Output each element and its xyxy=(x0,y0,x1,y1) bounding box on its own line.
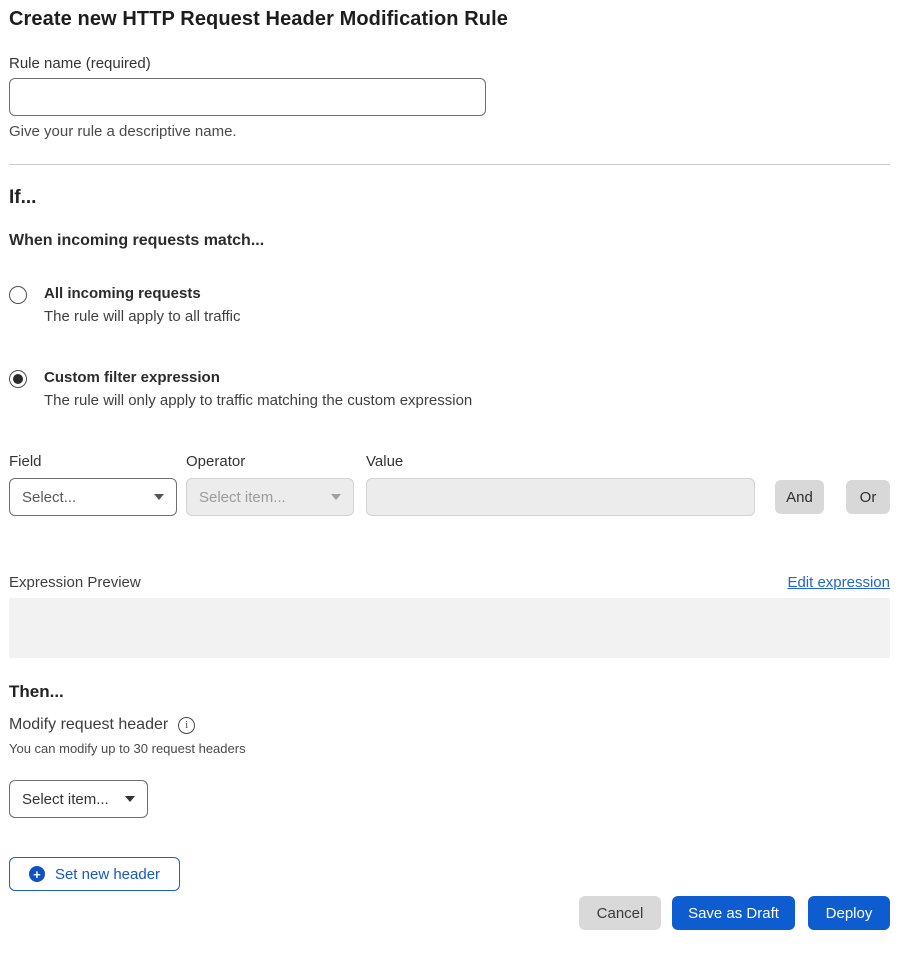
radio-desc-all-incoming: The rule will apply to all traffic xyxy=(44,308,240,325)
rule-name-helper: Give your rule a descriptive name. xyxy=(9,123,890,140)
cancel-button[interactable]: Cancel xyxy=(579,896,661,930)
header-action-select-value: Select item... xyxy=(22,791,109,808)
save-as-draft-button[interactable]: Save as Draft xyxy=(672,896,795,930)
operator-label: Operator xyxy=(186,453,366,470)
chevron-down-icon xyxy=(331,494,341,500)
expression-preview-label: Expression Preview xyxy=(9,574,141,591)
header-action-select[interactable]: Select item... xyxy=(9,780,148,818)
radio-option-custom-filter[interactable]: Custom filter expression The rule will o… xyxy=(9,369,890,409)
modify-header-label: Modify request header xyxy=(9,716,168,734)
plus-circle-icon: + xyxy=(29,866,45,882)
set-new-header-label: Set new header xyxy=(55,866,160,883)
operator-select-value: Select item... xyxy=(199,489,286,506)
value-input[interactable] xyxy=(366,478,755,516)
set-new-header-button[interactable]: + Set new header xyxy=(9,857,180,891)
radio-label-all-incoming: All incoming requests xyxy=(44,285,240,302)
section-divider xyxy=(9,164,890,165)
radio-icon-custom-filter[interactable] xyxy=(9,370,27,388)
field-select[interactable]: Select... xyxy=(9,478,177,516)
and-button[interactable]: And xyxy=(775,480,824,514)
radio-icon-all-incoming[interactable] xyxy=(9,286,27,304)
if-heading: If... xyxy=(9,187,890,209)
footer-actions: Cancel Save as Draft Deploy xyxy=(9,896,890,930)
info-icon[interactable]: i xyxy=(178,717,195,734)
edit-expression-link[interactable]: Edit expression xyxy=(787,574,890,591)
field-label: Field xyxy=(9,453,186,470)
field-select-value: Select... xyxy=(22,489,76,506)
modify-header-row: Modify request header i xyxy=(9,716,890,734)
expression-preview-box xyxy=(9,598,890,658)
when-match-subheading: When incoming requests match... xyxy=(9,232,890,250)
page-title: Create new HTTP Request Header Modificat… xyxy=(9,8,890,31)
rule-name-input[interactable] xyxy=(9,78,486,116)
rule-name-label: Rule name (required) xyxy=(9,55,890,72)
radio-label-custom-filter: Custom filter expression xyxy=(44,369,472,386)
chevron-down-icon xyxy=(125,796,135,802)
value-label: Value xyxy=(366,453,755,470)
operator-select[interactable]: Select item... xyxy=(186,478,354,516)
expression-preview-header: Expression Preview Edit expression xyxy=(9,574,890,591)
expression-builder: Field Operator Value Select... Select it… xyxy=(9,453,890,516)
chevron-down-icon xyxy=(154,494,164,500)
deploy-button[interactable]: Deploy xyxy=(808,896,890,930)
radio-option-all-incoming[interactable]: All incoming requests The rule will appl… xyxy=(9,285,890,325)
or-button[interactable]: Or xyxy=(846,480,890,514)
then-heading: Then... xyxy=(9,682,890,702)
radio-desc-custom-filter: The rule will only apply to traffic matc… xyxy=(44,392,472,409)
modify-header-helper: You can modify up to 30 request headers xyxy=(9,741,890,756)
